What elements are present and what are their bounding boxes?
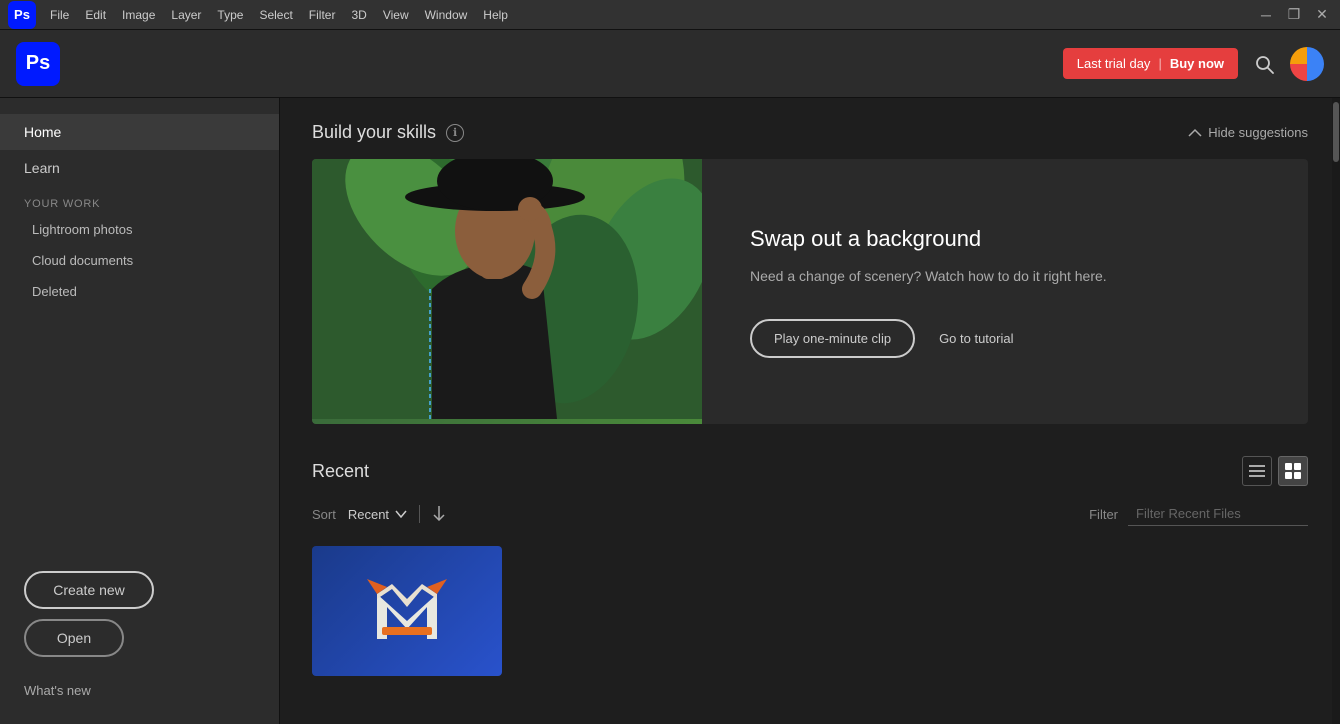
build-skills-header: Build your skills ℹ Hide suggestions [312, 122, 1308, 143]
titlebar: Ps File Edit Image Layer Type Select Fil… [0, 0, 1340, 30]
restore-button[interactable]: ❐ [1284, 5, 1304, 25]
ps-icon-small: Ps [8, 1, 36, 29]
menu-filter[interactable]: Filter [301, 0, 344, 30]
sort-divider [419, 505, 420, 523]
menu-layer[interactable]: Layer [163, 0, 209, 30]
file-thumb-background [312, 546, 502, 676]
scrollbar-thumb[interactable] [1333, 102, 1339, 162]
tutorial-card: Swap out a background Need a change of s… [312, 159, 1308, 424]
app-body: Home Learn YOUR WORK Lightroom photos Cl… [0, 98, 1340, 724]
file-thumbnail[interactable] [312, 546, 502, 676]
filter-area: Filter [1089, 502, 1308, 526]
main-content: Build your skills ℹ Hide suggestions [280, 98, 1340, 724]
filter-input[interactable] [1128, 502, 1308, 526]
sort-left: Sort Recent [312, 505, 446, 524]
avatar[interactable] [1290, 47, 1324, 81]
sidebar-action-buttons: Create new Open [0, 555, 279, 673]
grid-view-icon [1285, 463, 1301, 479]
list-view-icon [1249, 463, 1265, 479]
sort-bar: Sort Recent Filter [312, 502, 1308, 526]
menu-help[interactable]: Help [475, 0, 516, 30]
tutorial-actions: Play one-minute clip Go to tutorial [750, 319, 1260, 358]
create-new-button[interactable]: Create new [24, 571, 154, 609]
grid-view-button[interactable] [1278, 456, 1308, 486]
whats-new-link[interactable]: What's new [24, 683, 255, 698]
file-preview-icon [367, 579, 447, 644]
section-title-build-skills: Build your skills ℹ [312, 122, 464, 143]
tutorial-person-illustration [312, 159, 702, 419]
menu-type[interactable]: Type [209, 0, 251, 30]
sort-down-icon [432, 505, 446, 521]
chevron-up-icon [1188, 128, 1202, 138]
hide-suggestions-label: Hide suggestions [1208, 125, 1308, 140]
close-button[interactable]: ✕ [1312, 5, 1332, 25]
trial-separator: | [1158, 56, 1161, 71]
menu-file[interactable]: File [42, 0, 77, 30]
view-toggle [1242, 456, 1308, 486]
tutorial-description: Need a change of scenery? Watch how to d… [750, 266, 1260, 287]
window-controls: ─ ❐ ✕ [1256, 5, 1332, 25]
chevron-down-icon [395, 510, 407, 518]
menu-3d[interactable]: 3D [343, 0, 374, 30]
tutorial-image [312, 159, 702, 424]
search-icon [1254, 54, 1274, 74]
sidebar: Home Learn YOUR WORK Lightroom photos Cl… [0, 98, 280, 724]
menu-edit[interactable]: Edit [77, 0, 114, 30]
open-button[interactable]: Open [24, 619, 124, 657]
tutorial-title: Swap out a background [750, 226, 1260, 252]
sort-value: Recent [348, 507, 389, 522]
sidebar-item-lightroom[interactable]: Lightroom photos [0, 214, 279, 245]
play-clip-button[interactable]: Play one-minute clip [750, 319, 915, 358]
tutorial-image-background [312, 159, 702, 424]
list-view-button[interactable] [1242, 456, 1272, 486]
sidebar-item-deleted[interactable]: Deleted [0, 276, 279, 307]
sidebar-item-learn[interactable]: Learn [0, 150, 279, 186]
header-left: Ps [16, 42, 72, 86]
info-icon[interactable]: ℹ [446, 124, 464, 142]
menu-view[interactable]: View [375, 0, 417, 30]
filter-label: Filter [1089, 507, 1118, 522]
sort-direction-button[interactable] [432, 505, 446, 524]
menu-window[interactable]: Window [417, 0, 476, 30]
go-to-tutorial-button[interactable]: Go to tutorial [939, 331, 1013, 346]
minimize-button[interactable]: ─ [1256, 5, 1276, 25]
main-header: Ps Last trial day | Buy now [0, 30, 1340, 98]
recent-file-item [312, 546, 502, 676]
sort-label: Sort [312, 507, 336, 522]
trial-button[interactable]: Last trial day | Buy now [1063, 48, 1238, 79]
search-button[interactable] [1254, 54, 1274, 74]
sidebar-bottom: What's new [0, 673, 279, 708]
sidebar-item-home[interactable]: Home [0, 114, 279, 150]
buy-now-link[interactable]: Buy now [1170, 56, 1224, 71]
sidebar-nav: Home Learn YOUR WORK Lightroom photos Cl… [0, 114, 279, 555]
recent-header: Recent [312, 456, 1308, 486]
sidebar-section-your-work: YOUR WORK [0, 186, 279, 214]
scrollbar[interactable] [1332, 98, 1340, 724]
sort-select[interactable]: Recent [348, 507, 407, 522]
recent-title: Recent [312, 461, 369, 482]
menu-image[interactable]: Image [114, 0, 163, 30]
tutorial-info: Swap out a background Need a change of s… [702, 159, 1308, 424]
trial-text: Last trial day [1077, 56, 1151, 71]
titlebar-menu: Ps File Edit Image Layer Type Select Fil… [8, 0, 516, 30]
ps-logo: Ps [16, 42, 60, 86]
sidebar-item-cloud[interactable]: Cloud documents [0, 245, 279, 276]
menu-select[interactable]: Select [251, 0, 300, 30]
hide-suggestions-button[interactable]: Hide suggestions [1188, 125, 1308, 140]
learn-label: Learn [24, 160, 60, 176]
recent-files-grid [312, 546, 1308, 676]
header-right: Last trial day | Buy now [1063, 47, 1324, 81]
build-skills-title: Build your skills [312, 122, 436, 143]
home-label: Home [24, 124, 61, 140]
